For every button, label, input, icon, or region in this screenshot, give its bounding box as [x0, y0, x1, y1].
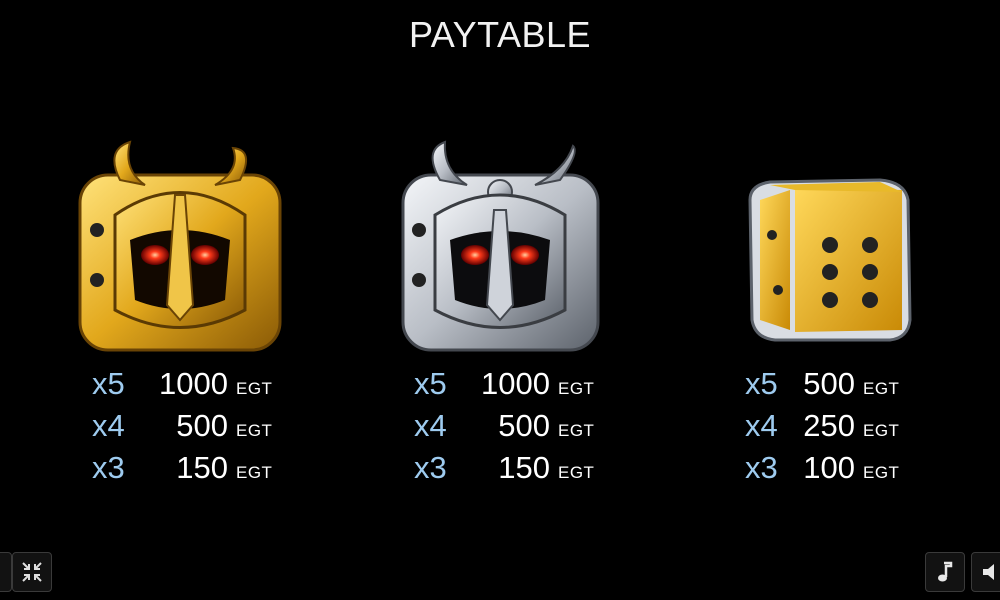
collapse-arrows-icon — [22, 562, 42, 582]
payout-value: 150 — [176, 450, 228, 485]
multiplier: x4 — [745, 408, 778, 443]
paytable-gold-helmet: x5 1000 EGT x4 500 EGT x3 150 EGT — [92, 366, 272, 492]
pay-row: x3 150 EGT — [414, 450, 594, 492]
currency-label: EGT — [236, 421, 273, 440]
payout-value: 250 — [803, 408, 855, 443]
payout-value: 150 — [498, 450, 550, 485]
pay-row: x3 100 EGT — [745, 450, 899, 492]
speaker-icon — [983, 564, 994, 580]
payout-value: 1000 — [159, 366, 228, 401]
gold-horned-helmet-icon — [75, 140, 285, 355]
pay-row: x4 500 EGT — [92, 408, 272, 450]
pay-row: x3 150 EGT — [92, 450, 272, 492]
multiplier: x3 — [92, 450, 125, 485]
partial-edge-button[interactable] — [0, 552, 12, 592]
currency-label: EGT — [863, 421, 900, 440]
payout-value: 500 — [498, 408, 550, 443]
paytable-title: PAYTABLE — [408, 14, 592, 55]
currency-label: EGT — [558, 379, 595, 398]
pay-row: x4 250 EGT — [745, 408, 899, 450]
multiplier: x4 — [92, 408, 125, 443]
currency-label: EGT — [863, 379, 900, 398]
payout-value: 500 — [803, 366, 855, 401]
multiplier: x5 — [92, 366, 125, 401]
currency-label: EGT — [236, 463, 273, 482]
payout-value: 100 — [803, 450, 855, 485]
music-note-icon — [938, 561, 953, 582]
payout-value: 500 — [176, 408, 228, 443]
multiplier: x3 — [745, 450, 778, 485]
pay-row: x5 500 EGT — [745, 366, 899, 408]
collapse-button[interactable] — [12, 552, 52, 592]
currency-label: EGT — [558, 421, 595, 440]
multiplier: x4 — [414, 408, 447, 443]
pay-row: x5 1000 EGT — [92, 366, 272, 408]
multiplier: x5 — [414, 366, 447, 401]
payout-value: 1000 — [481, 366, 550, 401]
silver-horned-helmet-icon — [395, 140, 605, 355]
paytable-silver-helmet: x5 1000 EGT x4 500 EGT x3 150 EGT — [414, 366, 594, 492]
multiplier: x3 — [414, 450, 447, 485]
multiplier: x5 — [745, 366, 778, 401]
sound-toggle-button[interactable] — [971, 552, 1000, 592]
paytable-gold-dice: x5 500 EGT x4 250 EGT x3 100 EGT — [745, 366, 899, 492]
currency-label: EGT — [863, 463, 900, 482]
pay-row: x4 500 EGT — [414, 408, 594, 450]
music-toggle-button[interactable] — [925, 552, 965, 592]
pay-row: x5 1000 EGT — [414, 366, 594, 408]
gold-dice-icon — [730, 140, 940, 355]
currency-label: EGT — [558, 463, 595, 482]
currency-label: EGT — [236, 379, 273, 398]
